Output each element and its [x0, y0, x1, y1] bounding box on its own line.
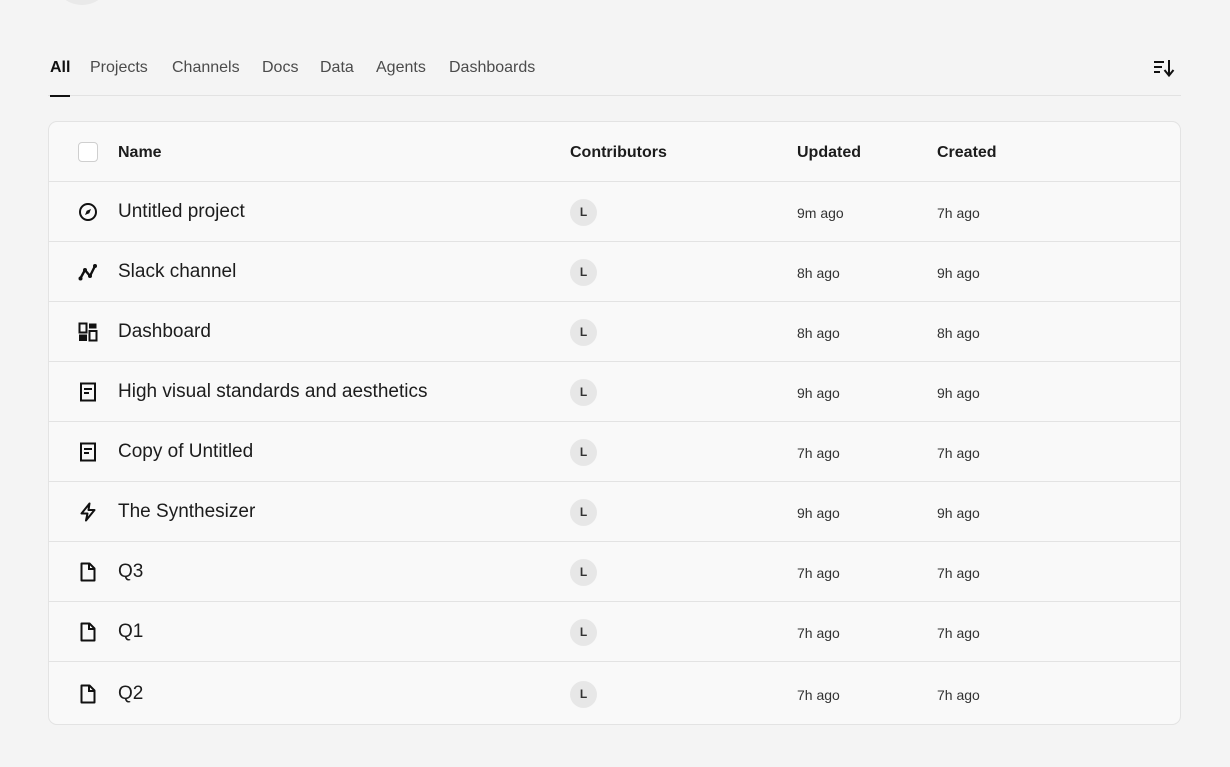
tab-docs[interactable]: Docs — [262, 59, 298, 96]
avatar: L — [570, 259, 597, 286]
updated-time: 7h ago — [797, 687, 840, 703]
select-all-checkbox[interactable] — [78, 142, 98, 162]
created-time: 7h ago — [937, 687, 980, 703]
sort-button[interactable] — [1153, 57, 1175, 79]
file-icon — [80, 684, 96, 704]
updated-time: 7h ago — [797, 565, 840, 581]
avatar: L — [570, 199, 597, 226]
updated-time: 9h ago — [797, 385, 840, 401]
tab-projects[interactable]: Projects — [90, 59, 148, 96]
updated-time: 7h ago — [797, 625, 840, 641]
table-row[interactable]: High visual standards and aesthetics L 9… — [49, 362, 1180, 422]
table-row[interactable]: Q3 L 7h ago 7h ago — [49, 542, 1180, 602]
table-row[interactable]: The Synthesizer L 9h ago 9h ago — [49, 482, 1180, 542]
avatar: L — [570, 619, 597, 646]
avatar: L — [570, 379, 597, 406]
updated-time: 9h ago — [797, 505, 840, 521]
row-name[interactable]: Q3 — [118, 561, 143, 583]
items-table: Name Contributors Updated Created Untitl… — [48, 121, 1181, 725]
column-header-updated[interactable]: Updated — [797, 144, 861, 162]
file-icon — [80, 622, 96, 642]
updated-time: 8h ago — [797, 265, 840, 281]
avatar: L — [570, 559, 597, 586]
table-row[interactable]: Slack channel L 8h ago 9h ago — [49, 242, 1180, 302]
tab-channels[interactable]: Channels — [172, 59, 240, 96]
avatar: L — [570, 319, 597, 346]
avatar: L — [570, 499, 597, 526]
created-time: 7h ago — [937, 205, 980, 221]
tab-bar: All Projects Channels Docs Data Agents D… — [48, 52, 1181, 97]
column-header-name[interactable]: Name — [118, 144, 162, 162]
tab-dashboards[interactable]: Dashboards — [449, 59, 535, 96]
created-time: 7h ago — [937, 625, 980, 641]
column-header-created[interactable]: Created — [937, 144, 997, 162]
table-row[interactable]: Copy of Untitled L 7h ago 7h ago — [49, 422, 1180, 482]
table-row[interactable]: Untitled project L 9m ago 7h ago — [49, 182, 1180, 242]
bolt-icon — [80, 502, 96, 522]
channel-icon — [78, 264, 97, 281]
avatar: L — [570, 439, 597, 466]
row-name[interactable]: Copy of Untitled — [118, 441, 253, 463]
table-row[interactable]: Q1 L 7h ago 7h ago — [49, 602, 1180, 662]
avatar: L — [570, 681, 597, 708]
updated-time: 8h ago — [797, 325, 840, 341]
compass-icon — [79, 203, 97, 221]
updated-time: 9m ago — [797, 205, 844, 221]
doc-icon — [80, 382, 96, 402]
table-row[interactable]: Dashboard L 8h ago 8h ago — [49, 302, 1180, 362]
tab-agents[interactable]: Agents — [376, 59, 426, 96]
row-name[interactable]: Q2 — [118, 683, 143, 705]
sort-descending-icon — [1154, 60, 1175, 78]
row-name[interactable]: Dashboard — [118, 321, 211, 343]
created-time: 9h ago — [937, 265, 980, 281]
created-time: 7h ago — [937, 565, 980, 581]
tab-data[interactable]: Data — [320, 59, 354, 96]
tab-all[interactable]: All — [50, 59, 71, 97]
row-name[interactable]: Slack channel — [118, 261, 236, 283]
created-time: 7h ago — [937, 445, 980, 461]
file-icon — [80, 562, 96, 582]
row-name[interactable]: The Synthesizer — [118, 501, 255, 523]
created-time: 9h ago — [937, 505, 980, 521]
created-time: 9h ago — [937, 385, 980, 401]
column-header-contributors[interactable]: Contributors — [570, 144, 667, 162]
table-row[interactable]: Q2 L 7h ago 7h ago — [49, 662, 1180, 724]
avatar[interactable] — [56, 0, 108, 5]
row-name[interactable]: High visual standards and aesthetics — [118, 381, 427, 403]
row-name[interactable]: Q1 — [118, 621, 143, 643]
table-header: Name Contributors Updated Created — [49, 122, 1180, 182]
row-name[interactable]: Untitled project — [118, 201, 245, 223]
dashboard-icon — [78, 322, 98, 342]
updated-time: 7h ago — [797, 445, 840, 461]
doc-icon — [80, 442, 96, 462]
created-time: 8h ago — [937, 325, 980, 341]
